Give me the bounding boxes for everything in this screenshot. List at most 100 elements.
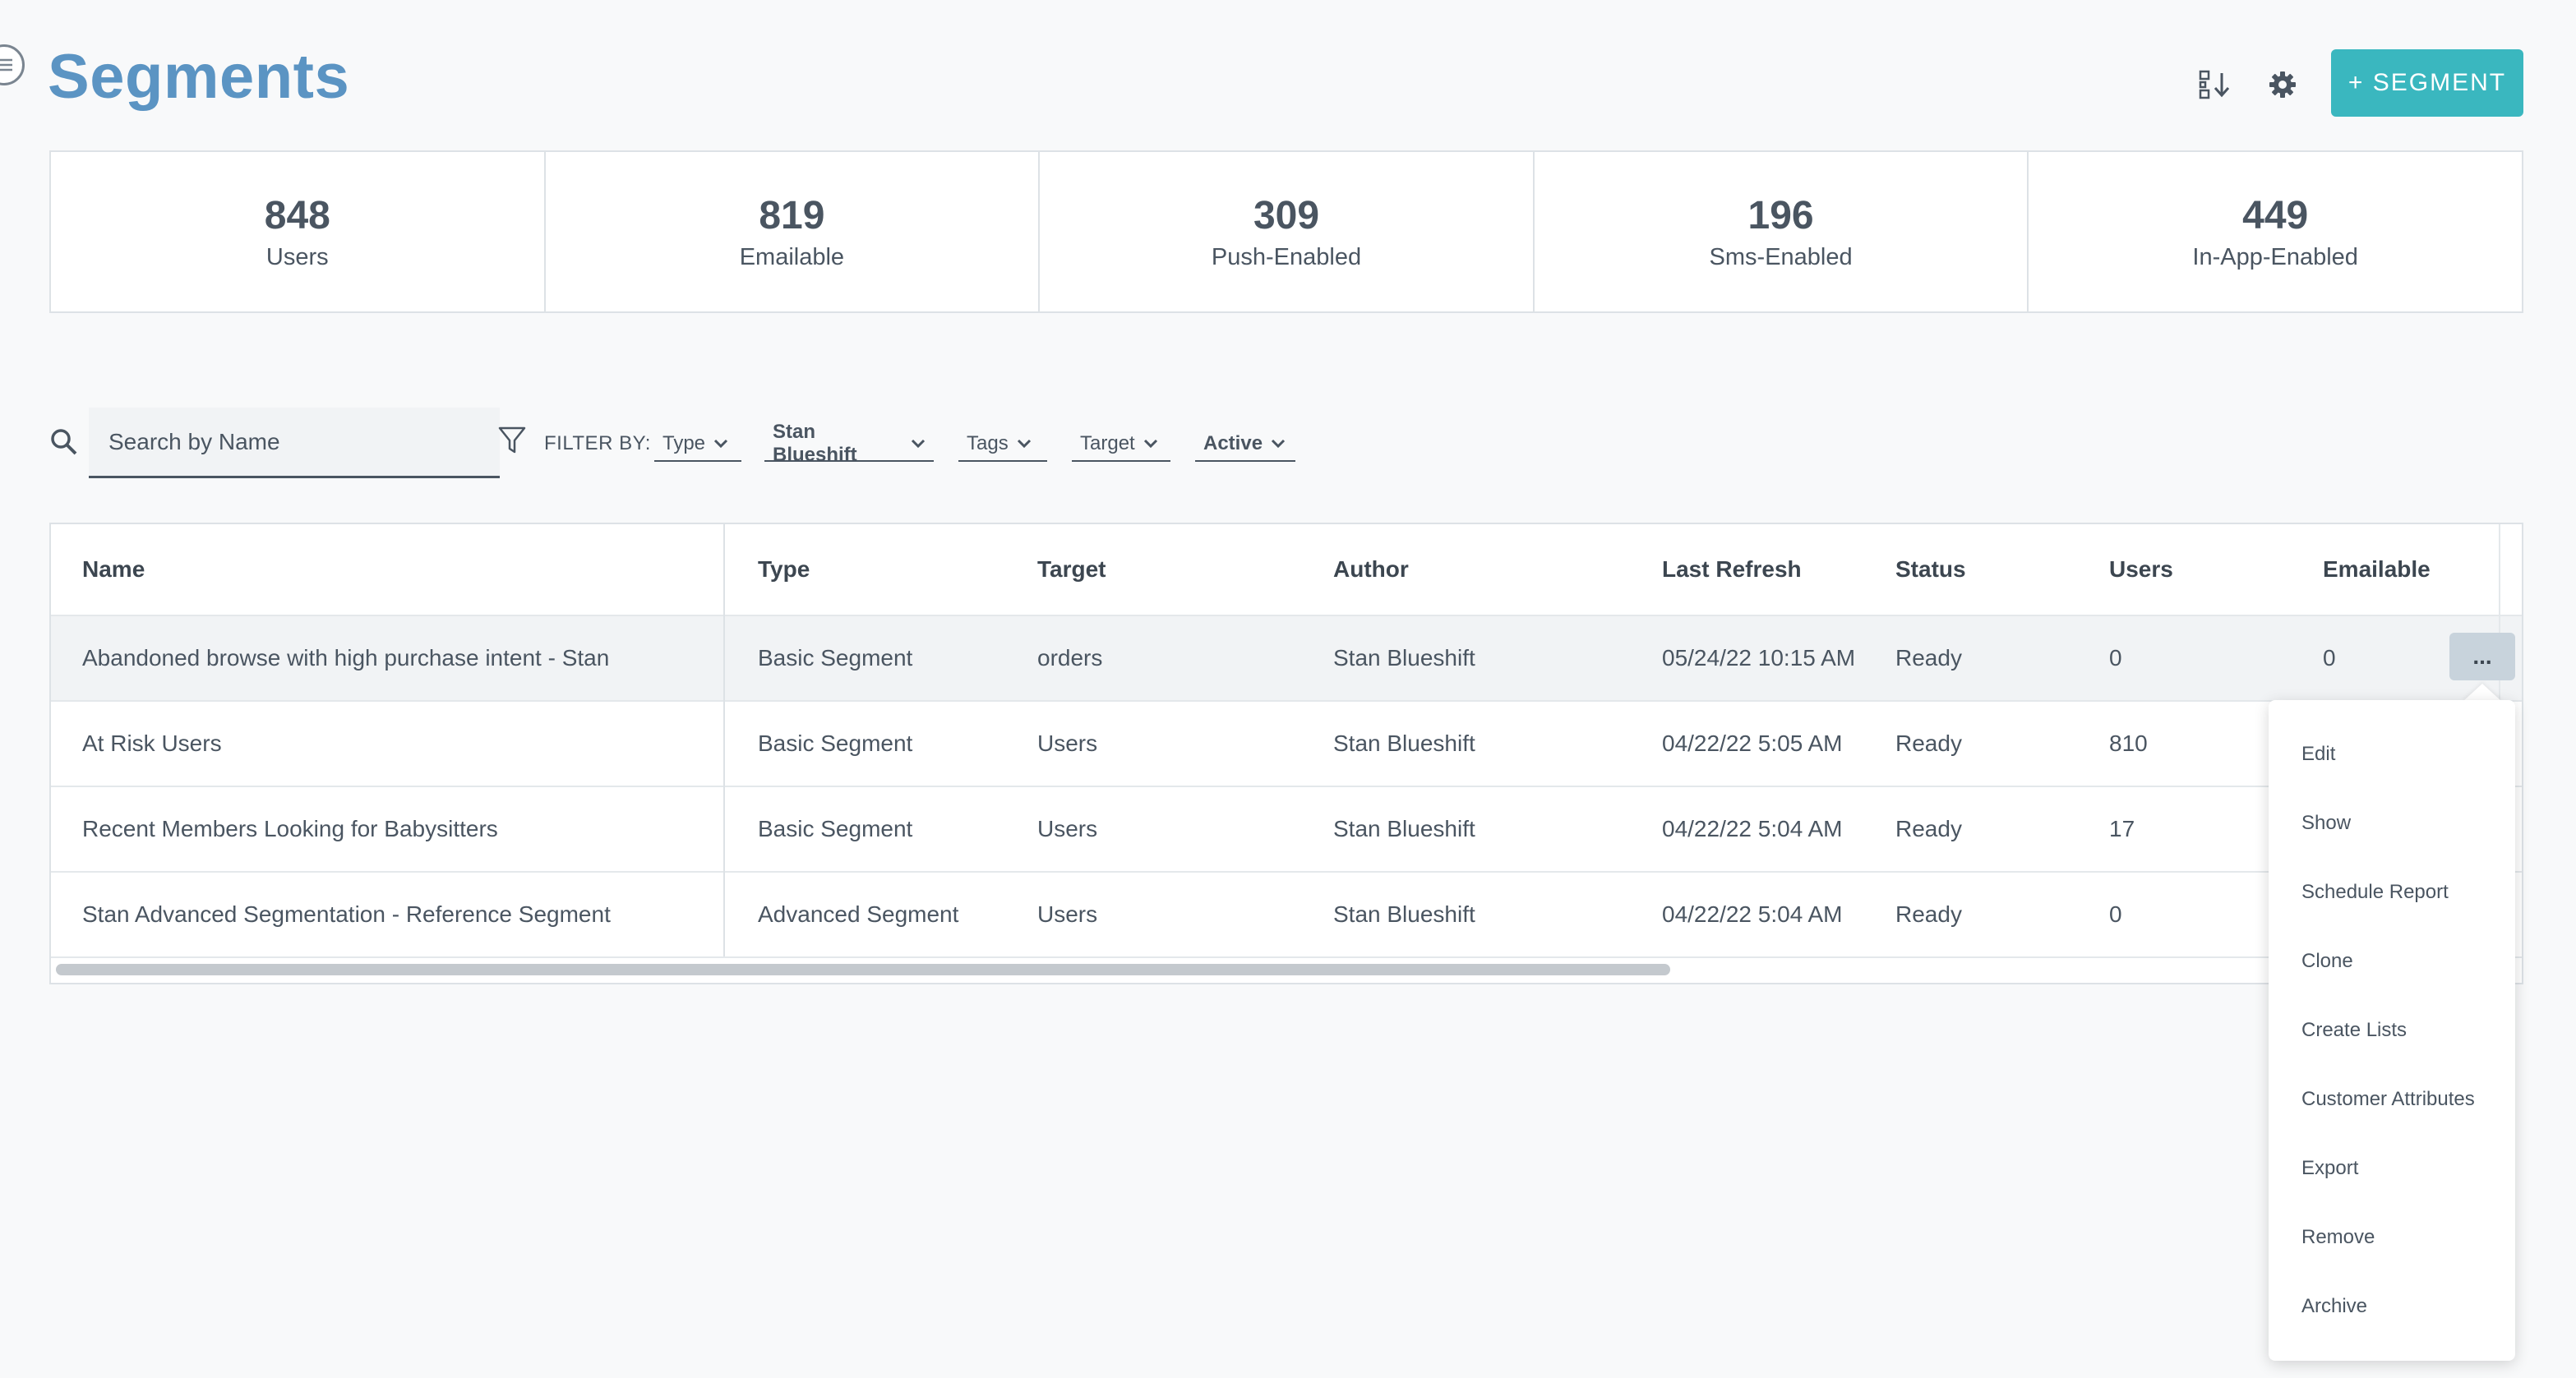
table-row[interactable]: Abandoned browse with high purchase inte… [51,616,2522,702]
menu-pointer [2463,684,2502,702]
cell-target: Users [1037,901,1098,927]
menu-item-remove[interactable]: Remove [2301,1226,2375,1249]
cell-author: Stan Blueshift [1333,816,1475,841]
chevron-down-icon [1271,439,1286,449]
table-row[interactable]: Recent Members Looking for Babysitters B… [51,787,2522,873]
sort-button[interactable] [2196,66,2234,104]
stats-panel: 848 Users 819 Emailable 309 Push-Enabled… [49,150,2523,313]
stat-value: 819 [759,193,825,237]
menu-item-customer-attributes[interactable]: Customer Attributes [2301,1088,2475,1111]
filter-target-dropdown[interactable]: Target [1072,427,1170,462]
stat-label: Push-Enabled [1211,243,1362,270]
cell-author: Stan Blueshift [1333,901,1475,927]
menu-item-archive[interactable]: Archive [2301,1295,2367,1318]
filter-icon [498,426,526,459]
menu-icon [0,58,12,71]
gear-icon [2269,71,2296,98]
chevron-down-icon [1143,439,1157,449]
cell-emailable: 0 [2323,645,2336,671]
column-header-name[interactable]: Name [82,524,145,615]
cell-name[interactable]: Recent Members Looking for Babysitters [82,787,498,871]
menu-item-export[interactable]: Export [2301,1157,2358,1180]
dropdown-label: Target [1080,432,1135,454]
menu-item-clone[interactable]: Clone [2301,950,2353,973]
column-header-users[interactable]: Users [2109,524,2173,615]
cell-type: Basic Segment [758,645,913,671]
stat-push-enabled: 309 Push-Enabled [1040,152,1535,311]
column-header-emailable[interactable]: Emailable [2323,524,2431,615]
stat-sms-enabled: 196 Sms-Enabled [1535,152,2029,311]
menu-item-create-lists[interactable]: Create Lists [2301,1019,2407,1042]
stat-emailable: 819 Emailable [546,152,1041,311]
dropdown-label: Stan Blueshift [773,421,857,466]
column-header-status[interactable]: Status [1895,524,1966,615]
cell-status: Ready [1895,901,1962,927]
column-header-target[interactable]: Target [1037,524,1106,615]
cell-target: Users [1037,816,1098,841]
cell-name[interactable]: Abandoned browse with high purchase inte… [82,616,609,700]
cell-users: 810 [2109,730,2148,756]
cell-last-refresh: 05/24/22 10:15 AM [1662,645,1856,671]
stat-label: Users [265,243,329,270]
stat-value: 309 [1253,193,1320,237]
dropdown-label: Tags [967,432,1009,454]
cell-last-refresh: 04/22/22 5:04 AM [1662,901,1843,927]
add-segment-button[interactable]: + SEGMENT [2331,49,2523,117]
row-actions-menu: Edit Show Schedule Report Clone Create L… [2269,700,2515,1361]
cell-target: orders [1037,645,1103,671]
search-input[interactable] [89,408,500,476]
stat-value: 449 [2242,193,2309,237]
stat-in-app-enabled: 449 In-App-Enabled [2029,152,2522,311]
cell-last-refresh: 04/22/22 5:05 AM [1662,730,1843,756]
cell-type: Basic Segment [758,730,913,756]
table-row[interactable]: At Risk Users Basic Segment Users Stan B… [51,702,2522,787]
menu-toggle-button[interactable] [0,44,25,85]
column-header-author[interactable]: Author [1333,524,1409,615]
filter-tags-dropdown[interactable]: Tags [958,427,1047,462]
cell-type: Advanced Segment [758,901,959,927]
stat-users: 848 Users [51,152,546,311]
cell-name[interactable]: At Risk Users [82,702,222,786]
stat-value: 848 [264,193,330,237]
cell-type: Basic Segment [758,816,913,841]
cell-users: 0 [2109,645,2122,671]
menu-item-schedule-report[interactable]: Schedule Report [2301,881,2449,904]
cell-users: 0 [2109,901,2122,927]
cell-target: Users [1037,730,1098,756]
column-header-last-refresh[interactable]: Last Refresh [1662,524,1802,615]
filter-status-dropdown[interactable]: Active [1195,427,1295,462]
dropdown-label: Active [1203,432,1263,454]
filter-type-dropdown[interactable]: Type [654,427,741,462]
stat-label: Emailable [739,243,845,270]
stat-value: 196 [1747,193,1814,237]
search-field[interactable] [89,408,500,478]
cell-status: Ready [1895,645,1962,671]
search-icon [49,427,79,461]
cell-last-refresh: 04/22/22 5:04 AM [1662,816,1843,841]
row-actions-button[interactable]: ... [2449,633,2515,680]
table-row[interactable]: Stan Advanced Segmentation - Reference S… [51,873,2522,958]
cell-name[interactable]: Stan Advanced Segmentation - Reference S… [82,873,611,956]
chevron-down-icon [713,439,728,449]
dropdown-label: Type [662,432,706,454]
filter-author-dropdown[interactable]: Stan Blueshift [764,421,934,466]
cell-status: Ready [1895,816,1962,841]
cell-status: Ready [1895,730,1962,756]
horizontal-scrollbar-thumb[interactable] [56,964,1670,975]
stat-label: Sms-Enabled [1709,243,1853,270]
filter-by-label: FILTER BY: [544,432,651,454]
chevron-down-icon [911,439,926,449]
cell-author: Stan Blueshift [1333,730,1475,756]
cell-users: 17 [2109,816,2135,841]
chevron-down-icon [1017,439,1031,449]
name-column-divider [723,523,725,956]
table-header-row: Name Type Target Author Last Refresh Sta… [51,524,2522,616]
column-header-type[interactable]: Type [758,524,810,615]
cell-author: Stan Blueshift [1333,645,1475,671]
sort-icon [2199,70,2230,99]
menu-item-show[interactable]: Show [2301,812,2351,835]
settings-button[interactable] [2264,66,2301,104]
segments-table: Name Type Target Author Last Refresh Sta… [49,523,2523,984]
stat-label: In-App-Enabled [2192,243,2358,270]
menu-item-edit[interactable]: Edit [2301,743,2335,766]
